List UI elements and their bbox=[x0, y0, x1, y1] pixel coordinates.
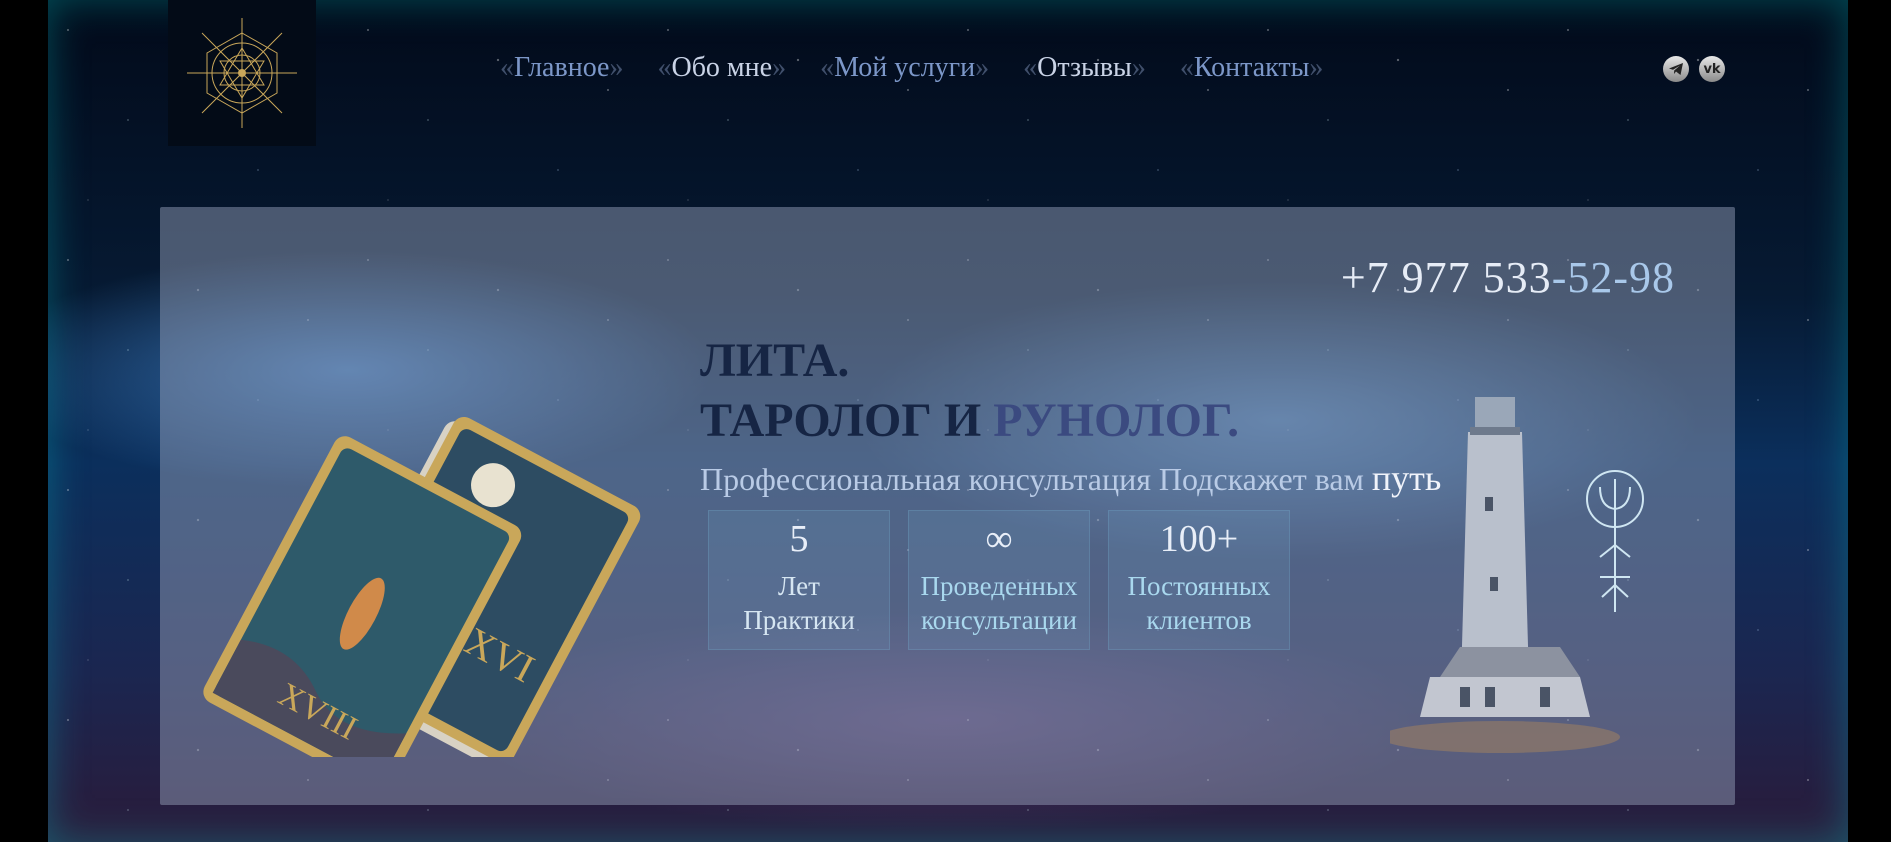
viewport: «Главное» «Обо мне» «Мой услуги» «Отзывы… bbox=[0, 0, 1891, 842]
telegram-plane-icon bbox=[1669, 63, 1683, 75]
nav-item-home[interactable]: «Главное» bbox=[500, 52, 623, 84]
social-links: vk bbox=[1663, 56, 1725, 82]
mystic-sun-logo-icon bbox=[187, 18, 297, 128]
nav-item-contacts[interactable]: «Контакты» bbox=[1180, 52, 1324, 84]
stat-years: 5 Лет Практики bbox=[708, 510, 890, 650]
tarot-cards-illustration: XVI XVIII bbox=[190, 357, 690, 792]
logo[interactable] bbox=[168, 0, 316, 146]
nav-item-reviews[interactable]: «Отзывы» bbox=[1023, 52, 1146, 84]
stat-value: 100+ bbox=[1159, 518, 1239, 560]
tarot-cards-icon: XVI XVIII bbox=[203, 416, 641, 792]
rune-symbol bbox=[1580, 467, 1650, 622]
rune-icon bbox=[1586, 470, 1644, 612]
hero-title-line1: ЛИТА. bbox=[700, 334, 850, 387]
stat-consultations: ∞ Проведенных консультации bbox=[908, 510, 1090, 650]
stat-value: ∞ bbox=[985, 518, 1013, 560]
stat-value: 5 bbox=[789, 518, 809, 560]
vk-icon-label: vk bbox=[1703, 61, 1721, 77]
hero-subtitle: Профессиональная консультация Подскажет … bbox=[700, 458, 1442, 498]
phone-number[interactable]: +7 977 533-52-98 bbox=[1341, 252, 1675, 303]
stat-label: Постоянных клиентов bbox=[1127, 571, 1271, 635]
nav-item-about[interactable]: «Обо мне» bbox=[657, 52, 786, 84]
hero-title: ЛИТА. ТАРОЛОГ И РУНОЛОГ. bbox=[700, 331, 1239, 451]
main-nav: «Главное» «Обо мне» «Мой услуги» «Отзывы… bbox=[500, 52, 1323, 84]
vk-icon[interactable]: vk bbox=[1699, 56, 1725, 82]
stats-row: 5 Лет Практики ∞ Проведенных консультации … bbox=[708, 510, 1290, 650]
nav-item-services[interactable]: «Мой услуги» bbox=[820, 52, 989, 84]
stat-label: Проведенных консультации bbox=[920, 571, 1078, 635]
hero-title-line2: ТАРОЛОГ И РУНОЛОГ. bbox=[700, 394, 1240, 447]
hero-panel: +7 977 533-52-98 XVI XVIII ЛИТА. ТАРОЛОГ… bbox=[160, 207, 1735, 805]
stat-clients: 100+ Постоянных клиентов bbox=[1108, 510, 1290, 650]
telegram-icon[interactable] bbox=[1663, 56, 1689, 82]
stat-label: Лет Практики bbox=[743, 571, 855, 635]
hero-background: «Главное» «Обо мне» «Мой услуги» «Отзывы… bbox=[48, 0, 1848, 842]
page: «Главное» «Обо мне» «Мой услуги» «Отзывы… bbox=[0, 0, 1891, 865]
